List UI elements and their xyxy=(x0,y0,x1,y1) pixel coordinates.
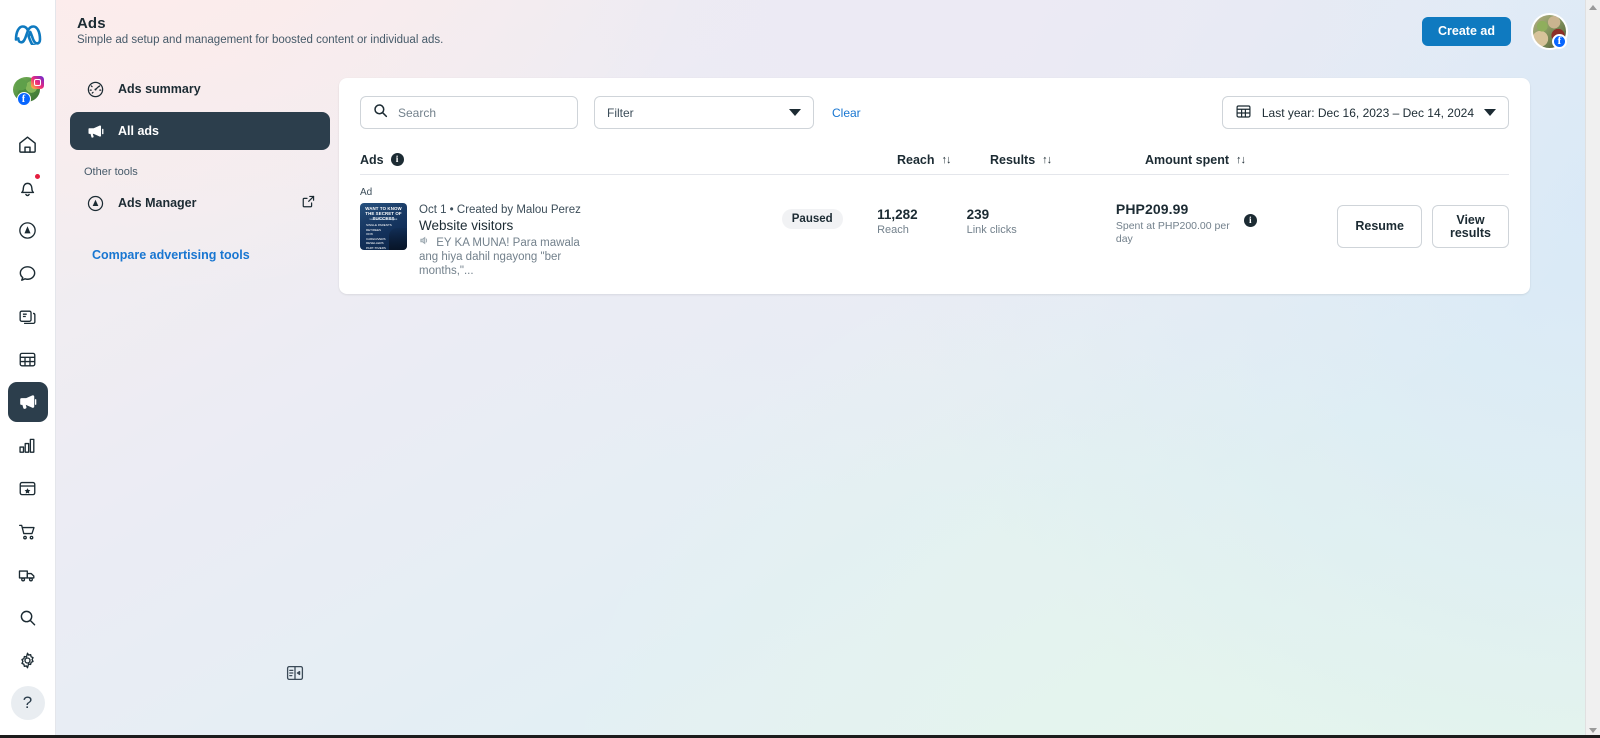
resume-button[interactable]: Resume xyxy=(1337,205,1422,248)
ad-type-label: Ad xyxy=(360,187,373,198)
ads-table: Ads i Reach ↑↓ Results ↑↓ Amount spent ↑… xyxy=(339,145,1530,294)
shopping-cart-icon[interactable] xyxy=(8,511,48,551)
left-icon-rail: f ? xyxy=(0,0,56,738)
search-input[interactable] xyxy=(398,105,566,120)
date-range-picker[interactable]: Last year: Dec 16, 2023 – Dec 14, 2024 xyxy=(1221,96,1509,129)
bar-chart-icon[interactable] xyxy=(8,425,48,465)
collapse-sidebar-icon[interactable] xyxy=(284,662,306,684)
page-header: Ads Simple ad setup and management for b… xyxy=(56,0,1600,64)
column-header-ads[interactable]: Ads i xyxy=(360,153,798,167)
column-label: Results xyxy=(990,152,1036,167)
column-header-amount-spent[interactable]: Amount spent ↑↓ xyxy=(1145,153,1375,167)
notification-badge xyxy=(33,173,41,180)
ad-center-icon[interactable] xyxy=(8,210,48,250)
sidebar-item-label: Ads summary xyxy=(118,82,201,96)
table-toolbar: Filter Clear Last year: Dec 16, 2023 – D… xyxy=(339,78,1530,145)
search-input-wrapper[interactable] xyxy=(360,96,578,129)
chevron-down-icon xyxy=(789,109,801,116)
column-label: Ads xyxy=(360,152,384,167)
planner-icon[interactable] xyxy=(8,339,48,379)
ads-sidebar: Ads summary All ads Other tools Ads Mana… xyxy=(70,70,330,264)
home-icon[interactable] xyxy=(8,124,48,164)
thumbnail-figure xyxy=(389,228,407,250)
scroll-up-arrow-icon[interactable] xyxy=(1589,5,1597,10)
sidebar-item-label: All ads xyxy=(118,124,159,138)
page-title: Ads xyxy=(77,15,106,32)
sidebar-item-label: Ads Manager xyxy=(118,196,197,210)
gear-icon[interactable] xyxy=(8,640,48,680)
chat-bubble-icon[interactable] xyxy=(8,253,48,293)
ads-table-card: Filter Clear Last year: Dec 16, 2023 – D… xyxy=(339,78,1530,294)
cell-amount-spent: PHP209.99 Spent at PHP200.00 per day i xyxy=(1116,187,1337,246)
help-glyph: ? xyxy=(22,693,33,712)
sort-icon[interactable]: ↑↓ xyxy=(1236,154,1246,166)
delivery-truck-icon[interactable] xyxy=(8,554,48,594)
search-icon[interactable] xyxy=(8,597,48,637)
results-label: Link clicks xyxy=(966,224,1017,236)
clear-filters-link[interactable]: Clear xyxy=(832,106,861,120)
posts-icon[interactable] xyxy=(8,296,48,336)
column-header-reach[interactable]: Reach ↑↓ xyxy=(897,153,990,167)
profile-picture-icon[interactable]: f xyxy=(8,70,48,110)
filter-dropdown[interactable]: Filter xyxy=(594,96,814,129)
question-mark-icon[interactable]: ? xyxy=(10,686,45,720)
speedometer-icon xyxy=(84,78,106,100)
sort-icon[interactable]: ↑↓ xyxy=(1042,154,1052,166)
thumbnail-subline: Learn these strategies xyxy=(369,217,398,221)
date-range-label: Last year: Dec 16, 2023 – Dec 14, 2024 xyxy=(1261,105,1474,120)
sidebar-group-label: Other tools xyxy=(84,166,138,178)
megaphone-icon[interactable] xyxy=(7,382,48,422)
scroll-down-arrow-icon[interactable] xyxy=(1589,728,1597,733)
reach-label: Reach xyxy=(877,224,909,236)
reach-value: 11,282 xyxy=(877,207,918,222)
calendar-icon xyxy=(1235,103,1252,123)
megaphone-icon xyxy=(84,120,106,142)
cell-reach: 11,282 Reach xyxy=(877,187,967,236)
sidebar-item-ads-summary[interactable]: Ads summary xyxy=(70,70,330,108)
ad-thumbnail[interactable]: WANT TO KNOW THE SECRET OF SUCCESS Learn… xyxy=(360,203,407,250)
ad-center-icon xyxy=(84,192,106,214)
avatar[interactable]: f xyxy=(1533,15,1567,49)
search-icon xyxy=(372,102,389,124)
page-scrollbar[interactable] xyxy=(1585,0,1600,738)
info-icon[interactable]: i xyxy=(390,153,404,166)
amount-spent-note: Spent at PHP200.00 per day xyxy=(1115,220,1230,245)
column-label: Amount spent xyxy=(1145,152,1230,167)
cell-ad-details: Ad WANT TO KNOW THE SECRET OF SUCCESS Le… xyxy=(360,187,782,278)
view-results-button[interactable]: View results xyxy=(1431,205,1509,248)
chevron-down-icon xyxy=(1484,109,1496,116)
column-label: Reach xyxy=(897,152,935,167)
table-header-row: Ads i Reach ↑↓ Results ↑↓ Amount spent ↑… xyxy=(360,145,1509,175)
status-badge: Paused xyxy=(781,209,843,229)
page-subtitle: Simple ad setup and management for boost… xyxy=(77,34,444,46)
cell-actions: Resume View results xyxy=(1337,187,1509,248)
meta-logo-icon[interactable] xyxy=(8,14,48,54)
amount-spent-value: PHP209.99 xyxy=(1115,201,1189,217)
info-icon[interactable]: i xyxy=(1243,214,1257,227)
ad-primary-text-value: EY KA MUNA! Para mawala ang hiya dahil n… xyxy=(419,237,580,277)
external-link-icon xyxy=(301,194,316,212)
results-value: 239 xyxy=(966,207,990,222)
ad-created-meta: Oct 1 • Created by Malou Perez xyxy=(419,204,581,216)
card-star-icon[interactable] xyxy=(8,468,48,508)
compare-advertising-tools-link[interactable]: Compare advertising tools xyxy=(92,248,250,262)
filter-label: Filter xyxy=(607,105,634,120)
sidebar-item-ads-manager[interactable]: Ads Manager xyxy=(70,184,330,222)
sidebar-item-all-ads[interactable]: All ads xyxy=(70,112,330,150)
bell-icon[interactable] xyxy=(8,167,48,207)
cell-status: Paused xyxy=(781,187,877,229)
column-header-results[interactable]: Results ↑↓ xyxy=(990,153,1145,167)
sort-icon[interactable]: ↑↓ xyxy=(942,154,952,166)
table-row[interactable]: Ad WANT TO KNOW THE SECRET OF SUCCESS Le… xyxy=(360,175,1509,294)
facebook-badge-icon: f xyxy=(1552,34,1567,49)
ad-name[interactable]: Website visitors xyxy=(419,218,584,233)
ad-primary-text: EY KA MUNA! Para mawala ang hiya dahil n… xyxy=(419,235,584,278)
speaker-icon xyxy=(419,236,433,249)
create-ad-button[interactable]: Create ad xyxy=(1422,17,1511,46)
cell-results: 239 Link clicks xyxy=(967,187,1116,236)
